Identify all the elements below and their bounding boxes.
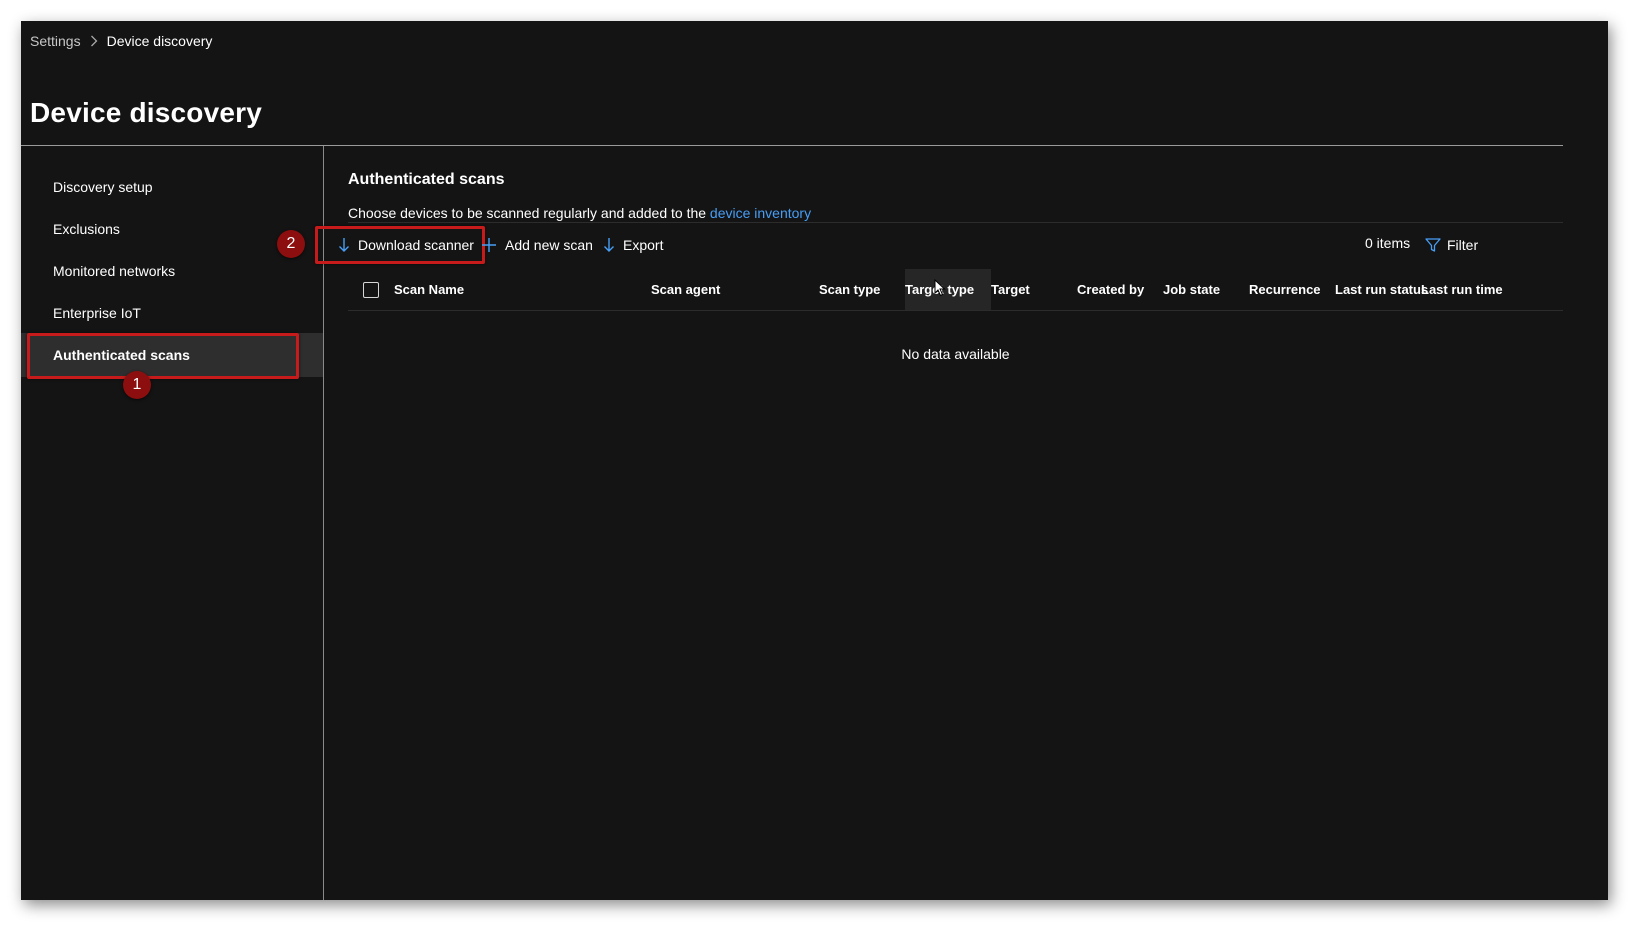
- device-inventory-link[interactable]: device inventory: [710, 205, 811, 221]
- breadcrumb-settings-link[interactable]: Settings: [30, 33, 81, 49]
- add-new-scan-label: Add new scan: [505, 237, 593, 253]
- funnel-icon: [1425, 237, 1441, 253]
- breadcrumb: Settings Device discovery: [30, 31, 212, 51]
- column-header-created-by[interactable]: Created by: [1077, 269, 1144, 310]
- column-header-last-run-time[interactable]: Last run time: [1421, 269, 1503, 310]
- toolbar-divider: [348, 222, 1563, 223]
- filter-button[interactable]: Filter: [1425, 233, 1478, 257]
- empty-state-message: No data available: [901, 346, 1010, 362]
- plus-icon: [481, 237, 497, 253]
- column-header-target-type[interactable]: Target type: [905, 269, 991, 310]
- mouse-cursor-icon: [934, 278, 946, 302]
- export-button[interactable]: Export: [603, 233, 663, 257]
- column-header-target[interactable]: Target: [991, 269, 1030, 310]
- chevron-right-icon: [90, 35, 98, 47]
- download-scanner-label: Download scanner: [358, 237, 474, 253]
- filter-label: Filter: [1447, 237, 1479, 253]
- column-header-last-run-status[interactable]: Last run status: [1335, 269, 1428, 310]
- sidebar-item-authenticated-scans[interactable]: Authenticated scans: [21, 333, 323, 379]
- step-badge-2: 2: [277, 230, 305, 258]
- page-title: Device discovery: [30, 97, 263, 128]
- section-description: Choose devices to be scanned regularly a…: [348, 205, 811, 221]
- export-label: Export: [623, 237, 664, 253]
- sidebar-item-label: Enterprise IoT: [53, 305, 141, 321]
- sidebar-item-discovery-setup[interactable]: Discovery setup: [21, 165, 323, 209]
- description-text: Choose devices to be scanned regularly a…: [348, 205, 710, 221]
- sidebar: Discovery setup Exclusions Monitored net…: [21, 146, 324, 900]
- sidebar-item-enterprise-iot[interactable]: Enterprise IoT: [21, 291, 323, 335]
- download-scanner-button[interactable]: Download scanner: [315, 226, 485, 264]
- sidebar-item-label: Exclusions: [53, 221, 120, 237]
- arrow-down-icon: [338, 237, 350, 253]
- column-header-scan-name[interactable]: Scan Name: [394, 269, 464, 310]
- items-count: 0 items: [1365, 235, 1411, 251]
- step-badge-1: 1: [123, 371, 151, 399]
- column-header-scan-agent[interactable]: Scan agent: [651, 269, 720, 310]
- select-all-checkbox[interactable]: [363, 282, 379, 298]
- breadcrumb-current: Device discovery: [106, 33, 213, 49]
- section-title: Authenticated scans: [348, 171, 505, 188]
- table-header: Scan Name Scan agent Scan type Target ty…: [348, 269, 1563, 311]
- sidebar-item-monitored-networks[interactable]: Monitored networks: [21, 249, 323, 293]
- app-window: Settings Device discovery Device discove…: [21, 21, 1608, 900]
- sidebar-item-label: Discovery setup: [53, 179, 153, 195]
- arrow-down-icon: [603, 237, 615, 253]
- sidebar-item-label: Authenticated scans: [53, 347, 190, 363]
- sidebar-item-label: Monitored networks: [53, 263, 176, 279]
- column-header-job-state[interactable]: Job state: [1163, 269, 1220, 310]
- column-header-scan-type[interactable]: Scan type: [819, 269, 880, 310]
- add-new-scan-button[interactable]: Add new scan: [481, 233, 593, 257]
- column-header-recurrence[interactable]: Recurrence: [1249, 269, 1321, 310]
